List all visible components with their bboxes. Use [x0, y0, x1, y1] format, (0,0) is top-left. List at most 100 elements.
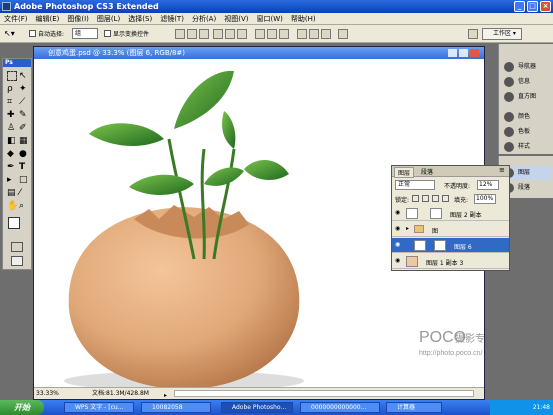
- hand-tool-icon[interactable]: ✋: [7, 201, 18, 211]
- tab-layers[interactable]: 图层: [394, 167, 415, 178]
- distribute-left-icon[interactable]: [297, 29, 307, 39]
- quick-mask-icon[interactable]: [11, 242, 23, 252]
- minimize-button[interactable]: _: [514, 1, 525, 12]
- brush-tool-icon[interactable]: ✎: [19, 110, 29, 120]
- horizontal-scrollbar[interactable]: [174, 390, 474, 397]
- panel-menu-icon[interactable]: ≡: [499, 166, 505, 174]
- menu-edit[interactable]: 编辑(E): [32, 13, 64, 25]
- panel-styles[interactable]: 样式: [502, 140, 552, 154]
- task-wps[interactable]: WPS 文字 - [cu...: [64, 402, 134, 413]
- expand-arrow-icon[interactable]: ▸: [406, 225, 409, 232]
- visibility-eye-icon[interactable]: ◉: [395, 257, 400, 264]
- lock-transparent-icon[interactable]: [412, 195, 419, 202]
- screen-mode-icon[interactable]: [11, 256, 23, 266]
- menu-file[interactable]: 文件(F): [0, 13, 32, 25]
- layer-thumbnail: [406, 256, 418, 267]
- doc-maximize-button[interactable]: [459, 49, 468, 57]
- close-button[interactable]: ×: [540, 1, 551, 12]
- panel-histogram[interactable]: 直方图: [502, 90, 552, 104]
- lasso-tool-icon[interactable]: ρ: [7, 84, 17, 94]
- menu-select[interactable]: 选择(S): [124, 13, 156, 25]
- auto-select-dropdown[interactable]: 组: [72, 28, 98, 39]
- slice-tool-icon[interactable]: ⟋: [19, 97, 29, 107]
- path-select-icon[interactable]: ▸: [7, 175, 17, 185]
- layer-row[interactable]: ◉ ▸ 图: [392, 222, 509, 237]
- tab-paragraph[interactable]: 段落: [418, 167, 436, 176]
- status-arrow-icon[interactable]: ▸: [164, 390, 170, 399]
- menu-filter[interactable]: 滤镜(T): [156, 13, 188, 25]
- eyedropper-icon[interactable]: ⁄: [19, 188, 29, 198]
- marquee-tool-icon[interactable]: [7, 71, 17, 81]
- auto-select-checkbox[interactable]: [29, 30, 36, 37]
- distribute-middle-icon[interactable]: [267, 29, 277, 39]
- blend-mode-select[interactable]: 正常: [395, 180, 435, 190]
- lock-all-icon[interactable]: [442, 195, 449, 202]
- layer-row[interactable]: ◉ 图层 1 副本 3: [392, 254, 509, 269]
- stamp-tool-icon[interactable]: ♙: [7, 123, 17, 133]
- menu-help[interactable]: 帮助(H): [287, 13, 320, 25]
- align-right-icon[interactable]: [237, 29, 247, 39]
- watermark-text: 摄影专题: [455, 332, 484, 345]
- align-center-icon[interactable]: [225, 29, 235, 39]
- notes-tool-icon[interactable]: ▤: [7, 188, 17, 198]
- panel-color[interactable]: 颜色: [502, 110, 552, 124]
- zoom-tool-icon[interactable]: ⌕: [19, 201, 29, 211]
- lock-pixels-icon[interactable]: [422, 195, 429, 202]
- panel-info[interactable]: 信息: [502, 75, 552, 89]
- menu-view[interactable]: 视图(V): [220, 13, 252, 25]
- lock-position-icon[interactable]: [432, 195, 439, 202]
- menu-analysis[interactable]: 分析(A): [188, 13, 220, 25]
- align-left-icon[interactable]: [213, 29, 223, 39]
- move-tool-icon[interactable]: ↖: [19, 71, 29, 81]
- distribute-center-icon[interactable]: [309, 29, 319, 39]
- dodge-tool-icon[interactable]: ●: [19, 149, 29, 159]
- document-title-bar: 创意鸡蛋.psd @ 33.3% (图层 6, RGB/8#): [34, 47, 484, 59]
- crop-tool-icon[interactable]: ⌗: [7, 97, 17, 107]
- align-middle-icon[interactable]: [187, 29, 197, 39]
- magic-wand-icon[interactable]: ✦: [19, 84, 29, 94]
- start-button[interactable]: 开始: [0, 400, 44, 415]
- menu-image[interactable]: 图像(I): [63, 13, 93, 25]
- task-photoshop[interactable]: Adobe Photosho...: [221, 402, 293, 413]
- healing-brush-icon[interactable]: ✚: [7, 110, 17, 120]
- pen-tool-icon[interactable]: ✒: [7, 162, 17, 172]
- fill-input[interactable]: 100%: [474, 194, 496, 204]
- layer-row[interactable]: ◉ 图层 2 副本: [392, 206, 509, 221]
- history-brush-icon[interactable]: ✐: [19, 123, 29, 133]
- move-tool-icon[interactable]: ↖▾: [4, 29, 16, 39]
- panel-navigator[interactable]: 导航器: [502, 60, 552, 74]
- visibility-eye-icon[interactable]: ◉: [395, 209, 400, 216]
- opacity-input[interactable]: 12%: [477, 180, 499, 190]
- visibility-eye-icon[interactable]: ◉: [395, 225, 400, 232]
- show-transform-checkbox[interactable]: [104, 30, 111, 37]
- distribute-top-icon[interactable]: [255, 29, 265, 39]
- auto-align-icon[interactable]: [338, 29, 348, 39]
- zoom-level[interactable]: 33.33%: [36, 388, 59, 400]
- task-folder[interactable]: 10082058: [141, 402, 211, 413]
- watermark-url: http://photo.poco.cn/: [419, 350, 482, 357]
- task-calculator[interactable]: 计算器: [386, 402, 442, 413]
- shape-tool-icon[interactable]: □: [19, 175, 29, 185]
- eraser-tool-icon[interactable]: ◧: [7, 136, 17, 146]
- panel-swatches[interactable]: 色板: [502, 125, 552, 139]
- menu-layer[interactable]: 图层(L): [93, 13, 124, 25]
- foreground-color-swatch[interactable]: [8, 217, 20, 229]
- type-tool-icon[interactable]: T: [19, 162, 29, 172]
- layer-row-selected[interactable]: ◉ 图层 6: [392, 238, 509, 253]
- doc-minimize-button[interactable]: [448, 49, 457, 57]
- doc-close-button[interactable]: [470, 49, 479, 57]
- gradient-tool-icon[interactable]: ▦: [19, 136, 29, 146]
- menu-window[interactable]: 窗口(W): [252, 13, 286, 25]
- distribute-bottom-icon[interactable]: [279, 29, 289, 39]
- visibility-eye-icon[interactable]: ◉: [395, 241, 400, 248]
- align-top-icon[interactable]: [175, 29, 185, 39]
- bridge-icon[interactable]: [468, 29, 478, 39]
- clock[interactable]: 21:48: [533, 404, 550, 411]
- distribute-right-icon[interactable]: [321, 29, 331, 39]
- maximize-button[interactable]: □: [527, 1, 538, 12]
- workspace-button[interactable]: 工作区 ▾: [482, 28, 522, 40]
- task-browser[interactable]: 0000000000000...: [300, 402, 380, 413]
- align-bottom-icon[interactable]: [199, 29, 209, 39]
- blur-tool-icon[interactable]: ◆: [7, 149, 17, 159]
- layers-tabbar: 图层 段落 ≡: [392, 166, 509, 178]
